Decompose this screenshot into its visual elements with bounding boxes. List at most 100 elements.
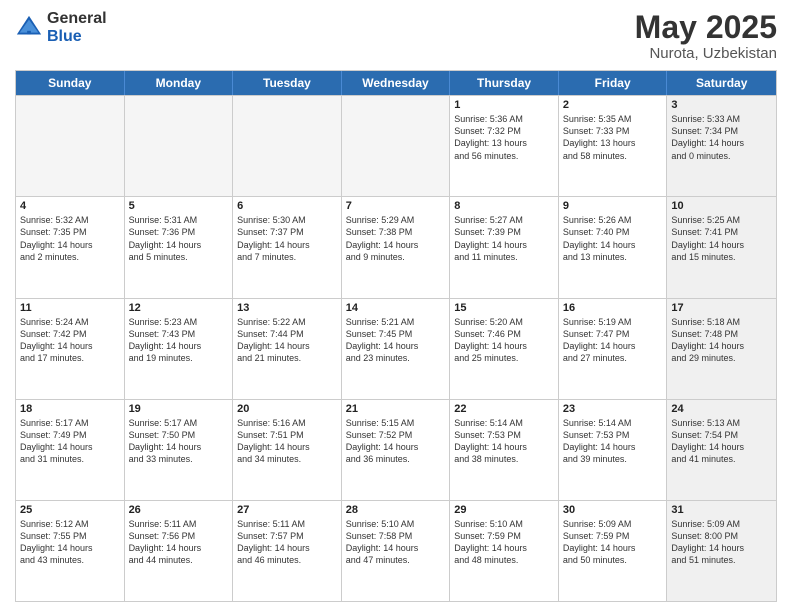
cell-info: Sunrise: 5:32 AM Sunset: 7:35 PM Dayligh… bbox=[20, 214, 120, 263]
day-cell-25: 25 Sunrise: 5:12 AM Sunset: 7:55 PM Dayli… bbox=[16, 501, 125, 601]
calendar-body: 1 Sunrise: 5:36 AM Sunset: 7:32 PM Daylig… bbox=[16, 95, 776, 601]
cell-info: Sunrise: 5:12 AM Sunset: 7:55 PM Dayligh… bbox=[20, 518, 120, 567]
day-number: 24 bbox=[671, 403, 772, 415]
day-cell-26: 26 Sunrise: 5:11 AM Sunset: 7:56 PM Dayli… bbox=[125, 501, 234, 601]
day-cell-7: 7Sunrise: 5:29 AM Sunset: 7:38 PM Daylig… bbox=[342, 197, 451, 297]
calendar-row-1: 4 Sunrise: 5:32 AM Sunset: 7:35 PM Daylig… bbox=[16, 196, 776, 297]
day-number: 30 bbox=[563, 504, 663, 516]
page: General Blue May 2025 Nurota, Uzbekistan… bbox=[0, 0, 792, 612]
cell-info: Sunrise: 5:11 AM Sunset: 7:57 PM Dayligh… bbox=[237, 518, 337, 567]
cell-info: Sunrise: 5:09 AM Sunset: 7:59 PM Dayligh… bbox=[563, 518, 663, 567]
day-number: 23 bbox=[563, 403, 663, 415]
title-block: May 2025 Nurota, Uzbekistan bbox=[635, 10, 777, 62]
day-cell-29: 29 Sunrise: 5:10 AM Sunset: 7:59 PM Dayli… bbox=[450, 501, 559, 601]
cell-info: Sunrise: 5:16 AM Sunset: 7:51 PM Dayligh… bbox=[237, 417, 337, 466]
empty-cell bbox=[16, 96, 125, 196]
day-number: 25 bbox=[20, 504, 120, 516]
day-number: 2 bbox=[563, 99, 663, 111]
day-number: 8 bbox=[454, 200, 554, 212]
header-day-monday: Monday bbox=[125, 71, 234, 95]
cell-info: Sunrise: 5:25 AM Sunset: 7:41 PM Dayligh… bbox=[671, 214, 772, 263]
calendar-header: SundayMondayTuesdayWednesdayThursdayFrid… bbox=[16, 71, 776, 95]
empty-cell bbox=[125, 96, 234, 196]
day-cell-1: 1 Sunrise: 5:36 AM Sunset: 7:32 PM Daylig… bbox=[450, 96, 559, 196]
day-cell-24: 24 Sunrise: 5:13 AM Sunset: 7:54 PM Dayli… bbox=[667, 400, 776, 500]
day-cell-22: 22 Sunrise: 5:14 AM Sunset: 7:53 PM Dayli… bbox=[450, 400, 559, 500]
header-day-wednesday: Wednesday bbox=[342, 71, 451, 95]
day-cell-30: 30 Sunrise: 5:09 AM Sunset: 7:59 PM Dayli… bbox=[559, 501, 668, 601]
day-number: 15 bbox=[454, 302, 554, 314]
cell-info: Sunrise: 5:30 AM Sunset: 7:37 PM Dayligh… bbox=[237, 214, 337, 263]
logo-blue: Blue bbox=[47, 28, 107, 46]
cell-info: Sunrise: 5:14 AM Sunset: 7:53 PM Dayligh… bbox=[563, 417, 663, 466]
day-number: 10 bbox=[671, 200, 772, 212]
header: General Blue May 2025 Nurota, Uzbekistan bbox=[15, 10, 777, 62]
day-number: 21 bbox=[346, 403, 446, 415]
calendar-row-2: 11 Sunrise: 5:24 AM Sunset: 7:42 PM Dayli… bbox=[16, 298, 776, 399]
cell-info: Sunrise: 5:19 AM Sunset: 7:47 PM Dayligh… bbox=[563, 316, 663, 365]
cell-info: Sunrise: 5:33 AM Sunset: 7:34 PM Dayligh… bbox=[671, 113, 772, 162]
header-day-sunday: Sunday bbox=[16, 71, 125, 95]
calendar: SundayMondayTuesdayWednesdayThursdayFrid… bbox=[15, 70, 777, 602]
cell-info: Sunrise: 5:31 AM Sunset: 7:36 PM Dayligh… bbox=[129, 214, 229, 263]
cell-info: Sunrise: 5:13 AM Sunset: 7:54 PM Dayligh… bbox=[671, 417, 772, 466]
day-cell-14: 14 Sunrise: 5:21 AM Sunset: 7:45 PM Dayli… bbox=[342, 299, 451, 399]
empty-cell bbox=[233, 96, 342, 196]
day-cell-2: 2 Sunrise: 5:35 AM Sunset: 7:33 PM Daylig… bbox=[559, 96, 668, 196]
day-cell-17: 17 Sunrise: 5:18 AM Sunset: 7:48 PM Dayli… bbox=[667, 299, 776, 399]
cell-info: Sunrise: 5:24 AM Sunset: 7:42 PM Dayligh… bbox=[20, 316, 120, 365]
title-month: May 2025 bbox=[635, 10, 777, 45]
logo-general: General bbox=[47, 10, 107, 28]
day-number: 4 bbox=[20, 200, 120, 212]
day-cell-19: 19 Sunrise: 5:17 AM Sunset: 7:50 PM Dayli… bbox=[125, 400, 234, 500]
day-number: 14 bbox=[346, 302, 446, 314]
cell-info: Sunrise: 5:10 AM Sunset: 7:58 PM Dayligh… bbox=[346, 518, 446, 567]
day-cell-21: 21Sunrise: 5:15 AM Sunset: 7:52 PM Dayli… bbox=[342, 400, 451, 500]
day-number: 3 bbox=[671, 99, 772, 111]
day-cell-18: 18Sunrise: 5:17 AM Sunset: 7:49 PM Dayli… bbox=[16, 400, 125, 500]
cell-info: Sunrise: 5:35 AM Sunset: 7:33 PM Dayligh… bbox=[563, 113, 663, 162]
day-number: 28 bbox=[346, 504, 446, 516]
day-number: 6 bbox=[237, 200, 337, 212]
cell-info: Sunrise: 5:21 AM Sunset: 7:45 PM Dayligh… bbox=[346, 316, 446, 365]
logo-text: General Blue bbox=[47, 10, 107, 45]
cell-info: Sunrise: 5:26 AM Sunset: 7:40 PM Dayligh… bbox=[563, 214, 663, 263]
day-number: 9 bbox=[563, 200, 663, 212]
day-number: 19 bbox=[129, 403, 229, 415]
day-number: 20 bbox=[237, 403, 337, 415]
day-cell-10: 10 Sunrise: 5:25 AM Sunset: 7:41 PM Dayli… bbox=[667, 197, 776, 297]
day-cell-31: 31Sunrise: 5:09 AM Sunset: 8:00 PM Dayli… bbox=[667, 501, 776, 601]
day-cell-28: 28 Sunrise: 5:10 AM Sunset: 7:58 PM Dayli… bbox=[342, 501, 451, 601]
cell-info: Sunrise: 5:14 AM Sunset: 7:53 PM Dayligh… bbox=[454, 417, 554, 466]
empty-cell bbox=[342, 96, 451, 196]
header-day-friday: Friday bbox=[559, 71, 668, 95]
day-number: 26 bbox=[129, 504, 229, 516]
day-number: 16 bbox=[563, 302, 663, 314]
day-number: 22 bbox=[454, 403, 554, 415]
cell-info: Sunrise: 5:27 AM Sunset: 7:39 PM Dayligh… bbox=[454, 214, 554, 263]
day-cell-11: 11 Sunrise: 5:24 AM Sunset: 7:42 PM Dayli… bbox=[16, 299, 125, 399]
day-number: 29 bbox=[454, 504, 554, 516]
day-number: 5 bbox=[129, 200, 229, 212]
day-number: 17 bbox=[671, 302, 772, 314]
cell-info: Sunrise: 5:23 AM Sunset: 7:43 PM Dayligh… bbox=[129, 316, 229, 365]
day-cell-9: 9 Sunrise: 5:26 AM Sunset: 7:40 PM Daylig… bbox=[559, 197, 668, 297]
header-day-thursday: Thursday bbox=[450, 71, 559, 95]
cell-info: Sunrise: 5:10 AM Sunset: 7:59 PM Dayligh… bbox=[454, 518, 554, 567]
header-day-tuesday: Tuesday bbox=[233, 71, 342, 95]
day-cell-20: 20 Sunrise: 5:16 AM Sunset: 7:51 PM Dayli… bbox=[233, 400, 342, 500]
cell-info: Sunrise: 5:09 AM Sunset: 8:00 PM Dayligh… bbox=[671, 518, 772, 567]
day-number: 7 bbox=[346, 200, 446, 212]
cell-info: Sunrise: 5:11 AM Sunset: 7:56 PM Dayligh… bbox=[129, 518, 229, 567]
cell-info: Sunrise: 5:20 AM Sunset: 7:46 PM Dayligh… bbox=[454, 316, 554, 365]
calendar-row-3: 18Sunrise: 5:17 AM Sunset: 7:49 PM Dayli… bbox=[16, 399, 776, 500]
day-number: 27 bbox=[237, 504, 337, 516]
day-number: 1 bbox=[454, 99, 554, 111]
cell-info: Sunrise: 5:36 AM Sunset: 7:32 PM Dayligh… bbox=[454, 113, 554, 162]
cell-info: Sunrise: 5:18 AM Sunset: 7:48 PM Dayligh… bbox=[671, 316, 772, 365]
cell-info: Sunrise: 5:17 AM Sunset: 7:50 PM Dayligh… bbox=[129, 417, 229, 466]
day-number: 11 bbox=[20, 302, 120, 314]
day-cell-6: 6 Sunrise: 5:30 AM Sunset: 7:37 PM Daylig… bbox=[233, 197, 342, 297]
day-cell-12: 12Sunrise: 5:23 AM Sunset: 7:43 PM Dayli… bbox=[125, 299, 234, 399]
title-location: Nurota, Uzbekistan bbox=[635, 45, 777, 62]
